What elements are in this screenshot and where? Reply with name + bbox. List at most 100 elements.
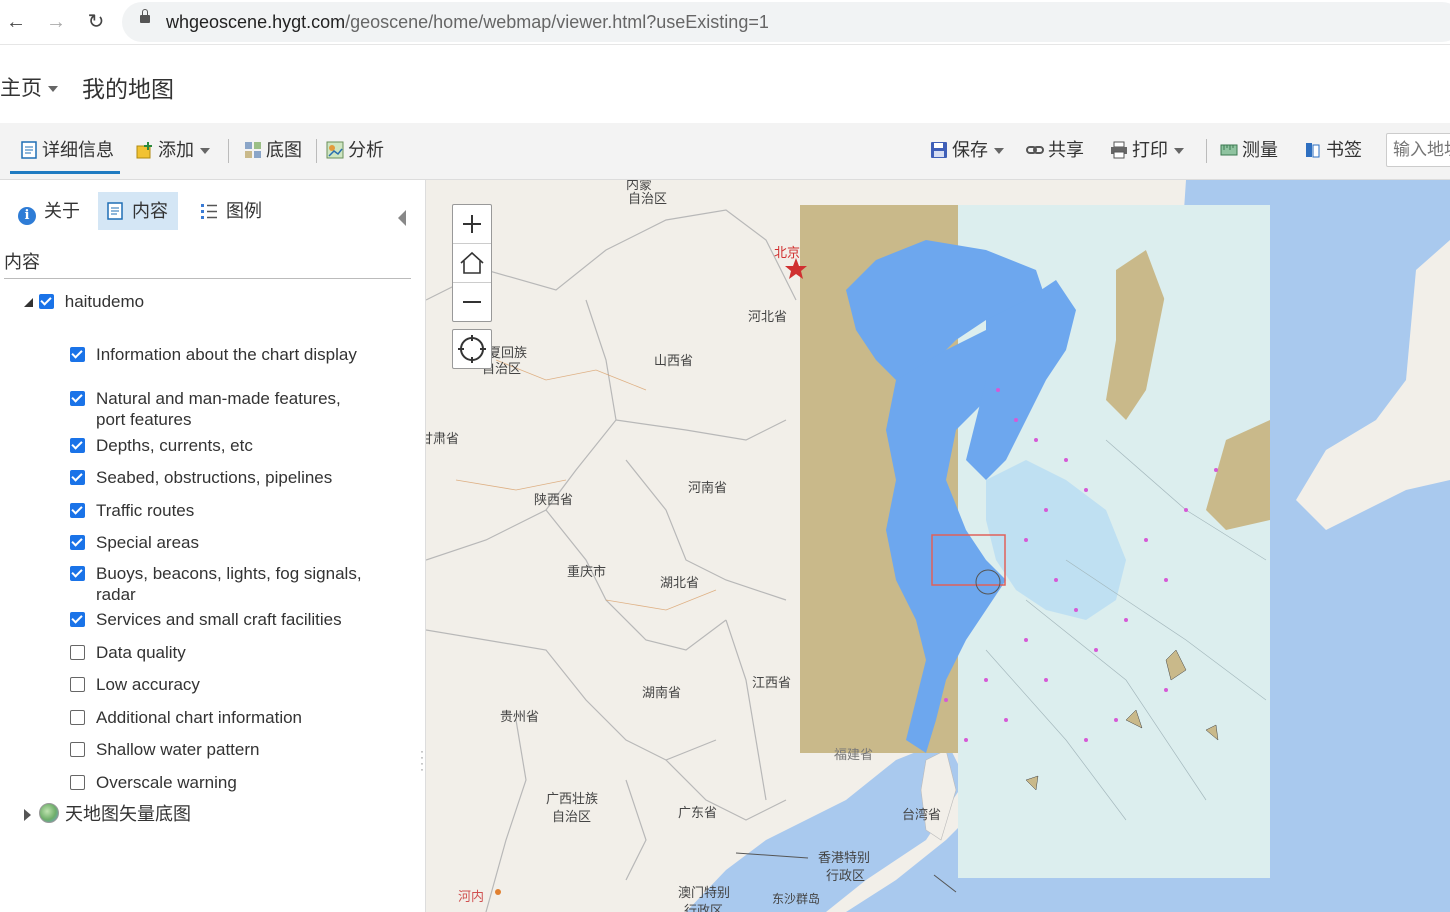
sublayer-checkbox[interactable]	[70, 645, 85, 660]
toolbar-divider	[316, 139, 317, 163]
map-label-beijing: 北京	[774, 246, 801, 261]
locate-button[interactable]	[452, 329, 492, 369]
basemap-label: 底图	[266, 140, 302, 160]
print-label: 打印	[1132, 140, 1168, 160]
layer-checkbox[interactable]	[39, 294, 54, 309]
address-search-input[interactable]	[1386, 133, 1450, 167]
bookmarks-label: 书签	[1326, 140, 1362, 160]
zoom-in-button[interactable]	[453, 205, 491, 244]
details-label: 详细信息	[42, 140, 114, 160]
sublayer-checkbox[interactable]	[70, 566, 85, 581]
sublayer-checkbox[interactable]	[70, 503, 85, 518]
link-icon	[1026, 146, 1044, 154]
analysis-button[interactable]: 分析	[326, 137, 384, 163]
globe-icon	[39, 803, 59, 823]
map-label-macau-2: 行政区	[684, 904, 724, 912]
basemap-grid-icon	[245, 142, 261, 158]
home-icon	[460, 251, 484, 274]
map-label-taiwan: 台湾省	[902, 808, 942, 823]
page-title: 我的地图	[82, 76, 174, 102]
panel-tabs: i 关于 内容 图例	[0, 192, 420, 230]
tab-about-label: 关于	[44, 201, 80, 221]
locate-crosshair-icon	[458, 335, 486, 363]
back-icon[interactable]: ←	[2, 8, 30, 36]
sublayer-label: Low accuracy	[96, 675, 200, 694]
collapse-panel-icon[interactable]	[398, 210, 406, 226]
sublayer-label: Natural and man-made features, port feat…	[96, 389, 341, 429]
sublayer-checkbox[interactable]	[70, 677, 85, 692]
side-panel: i 关于 内容 图例 内容 haitudemo Information about…	[0, 180, 426, 912]
panel-resize-handle[interactable]: · · · ·	[420, 745, 424, 775]
sublayer-checkbox[interactable]	[70, 612, 85, 627]
map-label-hubei: 湖北省	[660, 576, 700, 591]
printer-icon	[1111, 141, 1127, 159]
chevron-down-icon	[994, 148, 1004, 155]
address-bar[interactable]: whgeoscene.hygt.com/geoscene/home/webmap…	[122, 2, 1450, 42]
sublayer-label: Shallow water pattern	[96, 740, 260, 759]
chevron-down-icon	[1174, 148, 1184, 155]
chevron-down-icon	[48, 86, 58, 93]
map-label-guangdong: 广东省	[678, 806, 718, 821]
sublayer-label: Information about the chart display	[96, 345, 357, 364]
sublayer-label: Data quality	[96, 643, 186, 662]
analysis-map-icon	[326, 141, 344, 159]
map-label-shanxi: 山西省	[654, 354, 694, 369]
map-label-guangxi-2: 自治区	[552, 810, 592, 825]
url-host: whgeoscene.hygt.com	[166, 12, 346, 32]
sublayer-checkbox[interactable]	[70, 742, 85, 757]
url-text[interactable]: whgeoscene.hygt.com/geoscene/home/webmap…	[166, 12, 769, 33]
expand-toggle-icon[interactable]	[24, 298, 33, 308]
sublayer-checkbox[interactable]	[70, 470, 85, 485]
sublayer-label: Special areas	[96, 533, 200, 552]
expand-toggle-icon[interactable]	[24, 809, 31, 822]
toolbar-divider	[1206, 139, 1207, 163]
tab-legend[interactable]: 图例	[192, 192, 270, 230]
url-path: /geoscene/home/webmap/viewer.html?useExi…	[345, 12, 769, 32]
legend-icon	[201, 204, 217, 219]
measure-button[interactable]: 测量	[1220, 137, 1278, 163]
sublayer-checkbox[interactable]	[70, 535, 85, 550]
add-button[interactable]: 添加	[136, 137, 210, 163]
map-label-fujian: 福建省	[834, 748, 874, 763]
share-button[interactable]: 共享	[1026, 137, 1084, 163]
map-label-hongkong: 香港特别	[818, 851, 871, 866]
forward-icon[interactable]: →	[42, 8, 70, 36]
bookmarks-button[interactable]: 书签	[1304, 137, 1362, 163]
details-button[interactable]: 详细信息	[10, 137, 120, 174]
map-view[interactable]: 内蒙 自治区 北京 河北省 山西省 夏回族 自治区 甘肃省 陕西省 河南省 重庆…	[426, 180, 1450, 912]
map-label-hanoi: 河内	[458, 890, 485, 905]
zoom-out-button[interactable]	[453, 283, 491, 321]
tab-content[interactable]: 内容	[98, 192, 178, 230]
sublayer-checkbox[interactable]	[70, 347, 85, 362]
zoom-control	[452, 204, 492, 322]
save-label: 保存	[952, 140, 988, 160]
sublayer-checkbox[interactable]	[70, 710, 85, 725]
tab-legend-label: 图例	[226, 201, 262, 221]
sublayer-label: Seabed, obstructions, pipelines	[96, 468, 333, 487]
home-extent-button[interactable]	[453, 244, 491, 283]
print-button[interactable]: 打印	[1110, 137, 1184, 163]
info-icon: i	[18, 207, 36, 225]
sublayer-checkbox[interactable]	[70, 438, 85, 453]
tab-about[interactable]: i 关于	[10, 192, 88, 230]
layer-basemap: 天地图矢量底图	[24, 800, 191, 826]
map-label-shaanxi: 陕西省	[534, 493, 574, 508]
save-button[interactable]: 保存	[930, 137, 1004, 163]
home-menu[interactable]: 主页	[0, 72, 58, 102]
map-label-jiangxi: 江西省	[752, 676, 792, 691]
sublayer-checkbox[interactable]	[70, 391, 85, 406]
sublayer-label: Buoys, beacons, lights, fog signals, rad…	[96, 564, 362, 604]
map-label-macau: 澳门特别	[678, 886, 731, 901]
reload-icon[interactable]: ↻	[82, 8, 110, 36]
sublayer-label: Traffic routes	[96, 501, 195, 520]
sublayer-label: Depths, currents, etc	[96, 436, 253, 455]
share-label: 共享	[1048, 140, 1084, 160]
plus-icon	[463, 215, 481, 233]
map-label-inner-mongolia: 自治区	[628, 192, 668, 207]
basemap-button[interactable]: 底图	[244, 137, 302, 163]
sublayer-checkbox[interactable]	[70, 775, 85, 790]
title-row: 主页 我的地图	[0, 48, 1450, 122]
layer-haitudemo: haitudemo	[24, 292, 144, 312]
map-label-henan: 河南省	[688, 481, 728, 496]
map-label-guangxi: 广西壮族	[546, 792, 599, 807]
